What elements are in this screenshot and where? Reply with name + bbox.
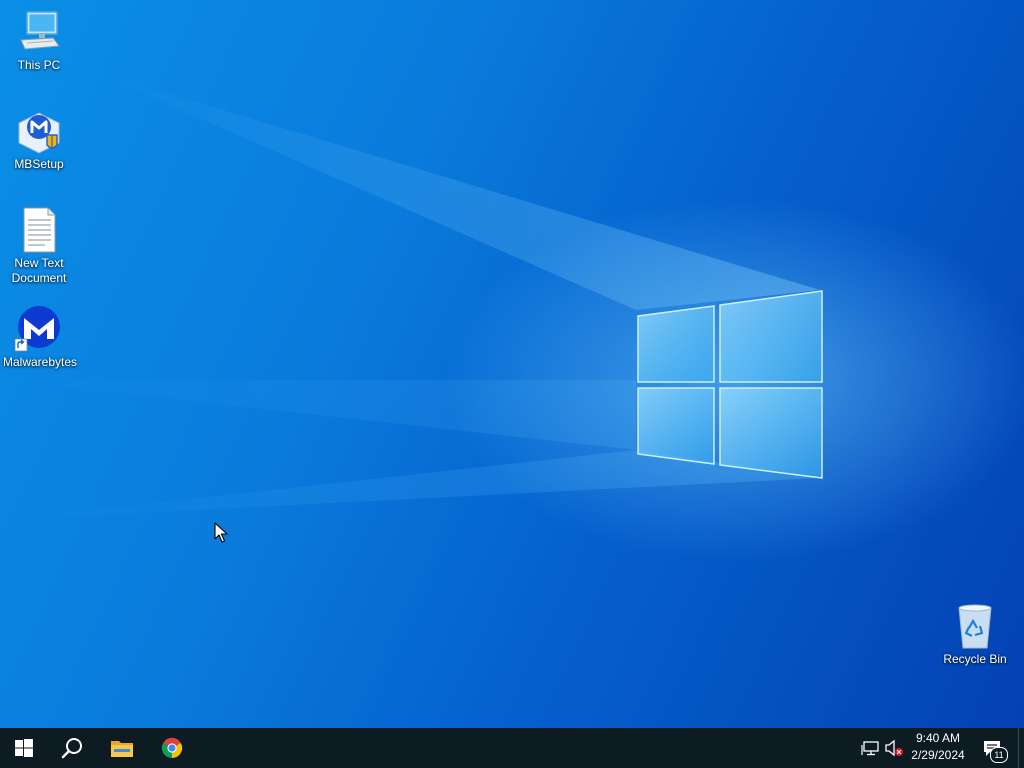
taskbar-clock[interactable]: 9:40 AM 2/29/2024 xyxy=(904,730,972,766)
desktop-icon-this-pc[interactable]: This PC xyxy=(1,8,77,73)
show-desktop-button[interactable] xyxy=(1018,728,1024,768)
desktop-icon-label: MBSetup xyxy=(14,157,64,171)
start-button[interactable] xyxy=(0,728,48,768)
wallpaper-light-beams xyxy=(0,70,820,520)
desktop-icon-recycle-bin[interactable]: Recycle Bin xyxy=(937,602,1013,667)
desktop-background[interactable]: This PC MBSetup New Text Document Malwar… xyxy=(0,0,1024,728)
file-explorer-button[interactable] xyxy=(98,728,146,768)
desktop-icon-mbsetup[interactable]: MBSetup xyxy=(1,107,77,172)
desktop-icon-malwarebytes[interactable]: Malwarebytes xyxy=(1,305,77,370)
desktop-icon-label: This PC xyxy=(17,58,61,72)
desktop-icon-new-text-document[interactable]: New Text Document xyxy=(1,206,77,286)
desktop-icon-label: Malwarebytes xyxy=(3,355,78,369)
mouse-cursor-icon xyxy=(214,522,228,543)
windows-start-icon xyxy=(15,739,33,757)
chrome-button[interactable] xyxy=(148,728,196,768)
clock-date: 2/29/2024 xyxy=(911,748,965,762)
wallpaper-windows-logo xyxy=(637,290,823,479)
search-icon xyxy=(61,738,82,759)
network-icon[interactable] xyxy=(861,738,881,758)
taskbar: 9:40 AM 2/29/2024 xyxy=(0,728,1024,768)
text-document-icon xyxy=(23,207,56,253)
chrome-icon xyxy=(161,737,183,759)
computer-icon xyxy=(20,11,60,50)
desktop-icon-label: New Text Document xyxy=(11,256,67,285)
desktop-icon-label: Recycle Bin xyxy=(943,652,1007,666)
recycle-bin-icon xyxy=(958,604,992,649)
clock-time: 9:40 AM xyxy=(915,731,961,745)
malwarebytes-setup-icon xyxy=(18,112,60,154)
folder-icon xyxy=(111,741,133,757)
search-button[interactable] xyxy=(48,728,96,768)
volume-muted-icon[interactable] xyxy=(884,738,904,758)
notification-count-badge: 11 xyxy=(990,747,1008,763)
malwarebytes-icon xyxy=(15,306,60,352)
